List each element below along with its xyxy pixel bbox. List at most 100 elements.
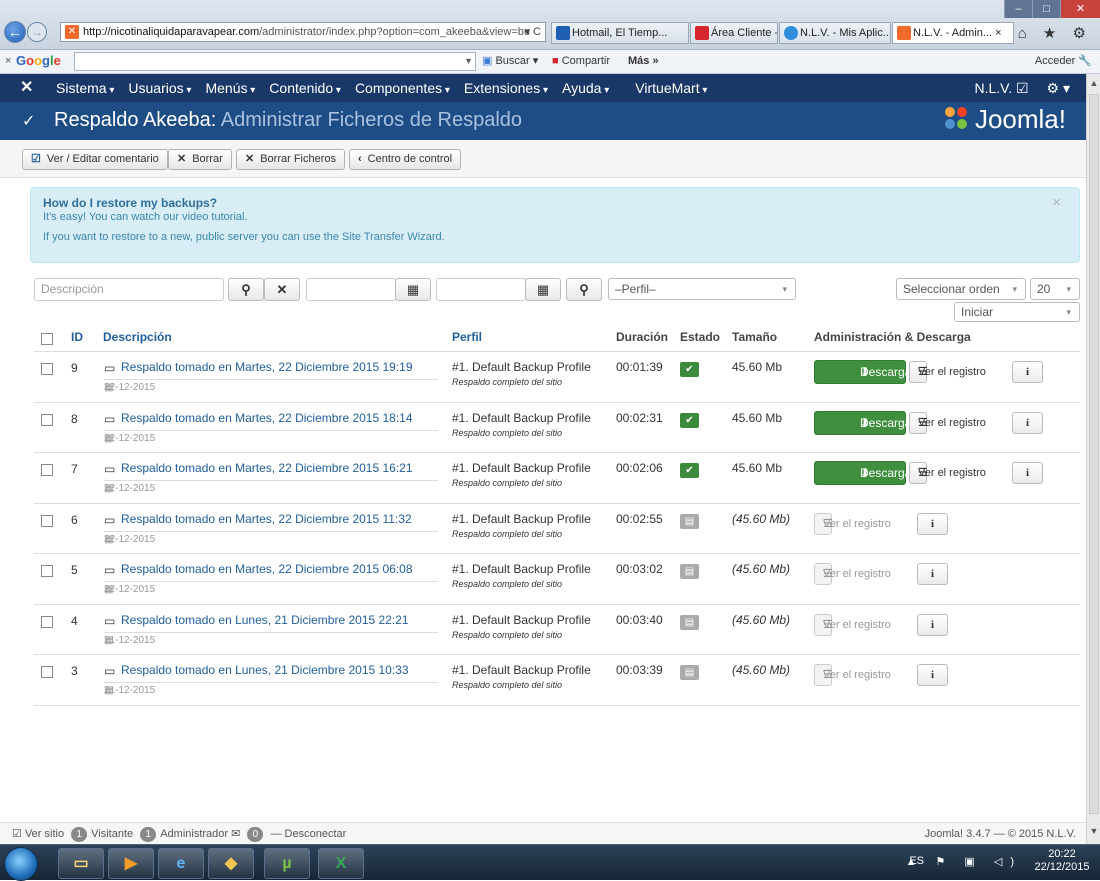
tab-mis-aplicaciones[interactable]: N.L.V. - Mis Aplic... xyxy=(779,22,891,44)
alert-video-line[interactable]: It's easy! You can watch our video tutor… xyxy=(43,211,1067,223)
row-checkbox[interactable] xyxy=(41,464,53,476)
tray-icons[interactable]: ▲ ⚑ ▣ ◁) xyxy=(906,855,1022,868)
ie-taskbar-icon[interactable]: e xyxy=(158,848,204,879)
joomla-logo-icon[interactable]: ✕ xyxy=(20,74,33,102)
download-button[interactable]: ⬇ Descargar xyxy=(814,360,915,384)
search-button[interactable]: ⚲ xyxy=(228,278,264,301)
menu-virtuemart[interactable]: VirtueMart xyxy=(635,74,707,105)
menu-menus[interactable]: Menús xyxy=(205,74,255,105)
col-profile[interactable]: Perfil xyxy=(452,330,482,344)
view-log-button[interactable]: ☰ Ver el registro xyxy=(909,361,986,383)
order-select[interactable]: Seleccionar orden xyxy=(896,278,1026,300)
download-button[interactable]: ⬇ Descargar xyxy=(814,461,915,485)
backup-description-link[interactable]: Respaldo tomado en Lunes, 21 Diciembre 2… xyxy=(121,613,409,627)
maximize-button[interactable]: □ xyxy=(1032,0,1060,18)
minimize-button[interactable]: – xyxy=(1004,0,1032,18)
date-to-input[interactable] xyxy=(436,278,526,301)
row-checkbox[interactable] xyxy=(41,666,53,678)
view-log-button[interactable]: ☰ Ver el registro xyxy=(814,613,891,636)
direction-select[interactable]: Iniciar xyxy=(954,302,1080,322)
date-from-input[interactable] xyxy=(306,278,396,301)
tab-area-cliente[interactable]: Área Cliente - We... xyxy=(690,22,778,44)
excel-taskbar-icon[interactable]: X xyxy=(318,848,364,879)
alert-close-icon[interactable]: × xyxy=(1052,194,1061,211)
utorrent-taskbar-icon[interactable]: µ xyxy=(264,848,310,879)
info-button[interactable]: i xyxy=(1012,361,1043,383)
site-user-link[interactable]: N.L.V. ☑ xyxy=(974,74,1028,102)
description-search-input[interactable]: Descripción xyxy=(34,278,224,301)
date-from-calendar-button[interactable]: ▦ xyxy=(395,278,431,301)
scroll-down-icon[interactable]: ▼ xyxy=(1088,826,1100,840)
menu-componentes[interactable]: Componentes xyxy=(355,74,450,105)
backup-description-link[interactable]: Respaldo tomado en Lunes, 21 Diciembre 2… xyxy=(121,663,409,677)
view-log-button[interactable]: ☰ Ver el registro xyxy=(814,512,891,535)
close-window-button[interactable]: ✕ xyxy=(1060,0,1100,18)
download-button[interactable]: ⬇ Descargar xyxy=(814,410,915,435)
view-log-button[interactable]: ☰ Ver el registro xyxy=(814,563,891,585)
google-search-input[interactable] xyxy=(74,51,476,73)
date-to-calendar-button[interactable]: ▦ xyxy=(525,278,561,301)
clear-search-button[interactable]: ✕ xyxy=(264,278,300,301)
tab-admin[interactable]: N.L.V. - Admin... × xyxy=(892,22,1014,44)
info-button[interactable]: i xyxy=(1012,462,1043,484)
tab-close-icon[interactable]: × xyxy=(995,27,1001,39)
start-button[interactable] xyxy=(4,847,38,881)
settings-gear-icon[interactable]: ⚙ ▾ xyxy=(1047,74,1070,102)
limit-select[interactable]: 20 xyxy=(1030,278,1080,300)
explorer-taskbar-icon[interactable]: ▭ xyxy=(58,848,104,879)
home-favorites-tools-icons[interactable]: ⌂ ★ ⚙ xyxy=(1018,24,1092,42)
backup-description-link[interactable]: Respaldo tomado en Martes, 22 Diciembre … xyxy=(121,360,413,374)
backup-description-link[interactable]: Respaldo tomado en Martes, 22 Diciembre … xyxy=(121,461,413,475)
view-site-link[interactable]: Ver sitio xyxy=(25,828,64,840)
view-log-button[interactable]: ☰ Ver el registro xyxy=(909,462,986,484)
back-button[interactable]: ← xyxy=(4,21,26,43)
menu-ayuda[interactable]: Ayuda xyxy=(562,74,609,105)
address-controls[interactable]: ▾ C xyxy=(524,23,541,41)
folder-taskbar-icon[interactable]: ◆ xyxy=(208,848,254,879)
menu-usuarios[interactable]: Usuarios xyxy=(128,74,191,105)
backup-description-link[interactable]: Respaldo tomado en Martes, 22 Diciembre … xyxy=(121,562,413,576)
info-button[interactable]: i xyxy=(1012,411,1043,434)
menu-sistema[interactable]: Sistema xyxy=(56,74,114,105)
info-button[interactable]: i xyxy=(917,563,948,585)
profile-select[interactable]: –Perfil– xyxy=(608,278,796,300)
address-bar[interactable]: ✕ http://nicotinaliquidaparavapear.com/ad… xyxy=(60,22,546,42)
scroll-up-icon[interactable]: ▲ xyxy=(1088,78,1100,92)
info-button[interactable]: i xyxy=(917,664,948,686)
tab-hotmail[interactable]: Hotmail, El Tiemp... xyxy=(551,22,689,44)
messages-badge[interactable]: 0 xyxy=(247,827,264,842)
col-description[interactable]: Descripción xyxy=(103,330,172,344)
clock[interactable]: 20:22 22/12/2015 xyxy=(1032,848,1092,874)
row-checkbox[interactable] xyxy=(41,413,53,426)
google-search-button[interactable]: ▣ Buscar ▾ xyxy=(482,50,538,72)
apply-filter-search-button[interactable]: ⚲ xyxy=(566,278,602,301)
google-more-button[interactable]: Más » xyxy=(628,50,659,72)
alert-wizard-line[interactable]: If you want to restore to a new, public … xyxy=(43,231,1067,243)
backup-description-link[interactable]: Respaldo tomado en Martes, 22 Diciembre … xyxy=(121,512,412,526)
row-checkbox[interactable] xyxy=(41,363,53,375)
backup-description-link[interactable]: Respaldo tomado en Martes, 22 Diciembre … xyxy=(121,411,413,425)
google-toolbar-close[interactable]: × xyxy=(5,50,11,72)
media-player-taskbar-icon[interactable]: ▶ xyxy=(108,848,154,879)
logout-link[interactable]: Desconectar xyxy=(285,828,347,840)
delete-files-button[interactable]: ✕ Borrar Ficheros xyxy=(236,149,346,170)
row-checkbox[interactable] xyxy=(41,514,53,527)
forward-button[interactable]: → xyxy=(27,22,47,42)
view-log-button[interactable]: ☰ Ver el registro xyxy=(814,664,891,686)
view-edit-comment-button[interactable]: ☑ Ver / Editar comentario xyxy=(22,149,168,170)
page-scrollbar[interactable]: ▲ ▼ xyxy=(1086,74,1100,844)
info-button[interactable]: i xyxy=(917,613,948,636)
row-checkbox[interactable] xyxy=(41,565,53,577)
select-all-checkbox[interactable] xyxy=(41,333,53,345)
view-log-button[interactable]: ☰ Ver el registro xyxy=(909,411,986,434)
info-button[interactable]: i xyxy=(917,512,948,535)
delete-button[interactable]: ✕ Borrar xyxy=(168,149,232,170)
google-share-button[interactable]: ■ Compartir xyxy=(552,50,610,72)
menu-extensiones[interactable]: Extensiones xyxy=(464,74,548,105)
row-checkbox[interactable] xyxy=(41,615,53,628)
scroll-thumb[interactable] xyxy=(1089,94,1099,814)
col-id[interactable]: ID xyxy=(71,330,83,344)
control-center-button[interactable]: ‹ Centro de control xyxy=(349,149,462,170)
menu-contenido[interactable]: Contenido xyxy=(269,74,341,105)
google-signin-button[interactable]: Acceder 🔧 xyxy=(1035,50,1092,72)
